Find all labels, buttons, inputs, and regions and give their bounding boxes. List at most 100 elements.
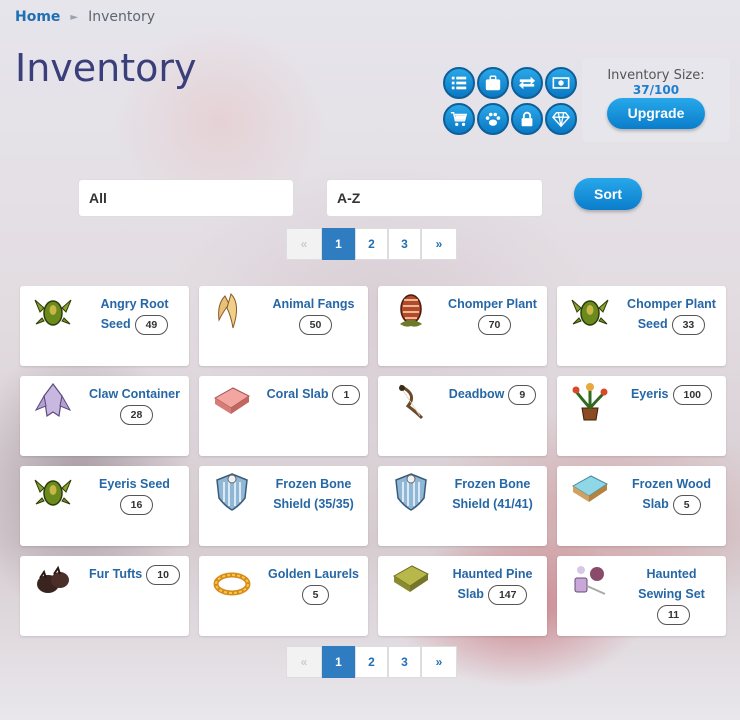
suitcase-icon[interactable]: [477, 67, 509, 99]
breadcrumb-home-link[interactable]: Home: [15, 9, 60, 25]
pagination-page-2[interactable]: 2: [355, 228, 388, 260]
pagination-bottom: « 1 2 3 »: [286, 646, 457, 678]
pagination-page-3[interactable]: 3: [388, 646, 421, 678]
seed-icon: [32, 470, 74, 512]
pagination-next-button[interactable]: »: [421, 228, 457, 260]
pagination-page-1[interactable]: 1: [322, 646, 355, 678]
claw-container-icon: [32, 380, 74, 422]
inventory-item-card[interactable]: Golden Laurels 5: [199, 556, 368, 636]
seed-icon: [569, 290, 611, 332]
inventory-item-card[interactable]: Eyeris 100: [557, 376, 726, 456]
inventory-size-label: Inventory Size:: [607, 68, 705, 83]
item-quantity-badge: 1: [332, 384, 361, 405]
order-filter-select[interactable]: A-Z: [326, 179, 543, 217]
item-name-line1: Angry Root: [100, 297, 169, 311]
item-name: Coral Slab 1: [263, 384, 364, 405]
item-name: Chomper Plant 70: [442, 294, 543, 335]
quick-icons-bar: [443, 67, 577, 135]
inventory-item-card[interactable]: Angry Root Seed 49: [20, 286, 189, 366]
item-name-line1: Coral Slab: [266, 387, 329, 401]
transfer-icon[interactable]: [511, 67, 543, 99]
inventory-item-card[interactable]: Chomper Plant Seed 33: [557, 286, 726, 366]
ice-slab-icon: [569, 470, 611, 512]
item-name-line1: Fur Tufts: [89, 567, 143, 581]
pagination-next-button[interactable]: »: [421, 646, 457, 678]
slab-icon: [211, 380, 253, 422]
inventory-size-panel: Inventory Size: 37/100 Upgrade: [582, 58, 730, 142]
pagination-top: « 1 2 3 »: [286, 228, 457, 260]
item-quantity-badge: 9: [508, 384, 537, 405]
item-name-line1: Golden Laurels: [268, 567, 359, 581]
item-name-line2: Slab: [457, 587, 484, 601]
inventory-item-card[interactable]: Chomper Plant 70: [378, 286, 547, 366]
item-name-line1: Eyeris: [630, 387, 669, 401]
item-quantity-badge: 5: [301, 584, 330, 605]
pagination-page-2[interactable]: 2: [355, 646, 388, 678]
inventory-item-card[interactable]: Frozen Wood Slab 5: [557, 466, 726, 546]
item-name-line2: Seed: [100, 317, 131, 331]
item-name: Haunted Sewing Set 11: [621, 564, 722, 625]
item-name: Frozen Bone Shield (41/41): [442, 474, 543, 514]
pagination-page-1[interactable]: 1: [322, 228, 355, 260]
item-name-line1: Frozen Bone: [454, 477, 531, 491]
inventory-item-card[interactable]: Frozen Bone Shield (35/35): [199, 466, 368, 546]
item-name-line1: Eyeris Seed: [99, 477, 170, 491]
item-name: Golden Laurels 5: [263, 564, 364, 605]
item-name: Haunted Pine Slab 147: [442, 564, 543, 605]
item-quantity-badge: 11: [656, 604, 691, 625]
inventory-item-card[interactable]: Haunted Sewing Set 11: [557, 556, 726, 636]
seed-icon: [32, 290, 74, 332]
category-filter-select[interactable]: All: [78, 179, 294, 217]
item-name-line2: Slab: [642, 497, 669, 511]
laurels-icon: [211, 560, 253, 602]
pagination-prev-button[interactable]: «: [286, 646, 322, 678]
inventory-item-card[interactable]: Fur Tufts 10: [20, 556, 189, 636]
item-name-line1: Haunted Pine: [452, 567, 533, 581]
item-name-line1: Chomper Plant: [448, 297, 537, 311]
inventory-item-card[interactable]: Deadbow 9: [378, 376, 547, 456]
item-quantity-badge: 147: [487, 584, 528, 605]
item-name-line1: Frozen Bone: [275, 477, 352, 491]
inventory-item-card[interactable]: Frozen Bone Shield (41/41): [378, 466, 547, 546]
item-name-line2: Shield (41/41): [452, 497, 533, 511]
item-quantity-badge: 50: [298, 314, 333, 335]
diamond-icon[interactable]: [545, 103, 577, 135]
item-quantity-badge: 70: [477, 314, 512, 335]
item-name: Deadbow 9: [442, 384, 543, 405]
item-name-line1: Animal Fangs: [272, 297, 355, 311]
item-name: Fur Tufts 10: [84, 564, 185, 585]
inventory-item-card[interactable]: Animal Fangs 50: [199, 286, 368, 366]
item-name-line1: Frozen Wood: [632, 477, 711, 491]
item-name-line2: Seed: [637, 317, 668, 331]
inventory-item-card[interactable]: Eyeris Seed 16: [20, 466, 189, 546]
fur-icon: [32, 560, 74, 602]
item-name: Eyeris Seed 16: [84, 474, 185, 515]
inventory-item-card[interactable]: Coral Slab 1: [199, 376, 368, 456]
breadcrumb-current: Inventory: [88, 9, 155, 25]
inventory-item-card[interactable]: Haunted Pine Slab 147: [378, 556, 547, 636]
item-name-line1: Claw Container: [89, 387, 180, 401]
item-quantity-badge: 10: [146, 564, 180, 585]
paw-icon[interactable]: [477, 103, 509, 135]
breadcrumb: Home ► Inventory: [15, 9, 155, 25]
item-quantity-badge: 100: [672, 384, 713, 405]
pine-slab-icon: [390, 560, 432, 602]
item-name: Eyeris 100: [621, 384, 722, 405]
egg-plant-icon: [390, 290, 432, 332]
cart-icon[interactable]: [443, 103, 475, 135]
item-quantity-badge: 16: [119, 494, 154, 515]
upgrade-button[interactable]: Upgrade: [607, 98, 705, 129]
item-name: Chomper Plant Seed 33: [621, 294, 722, 335]
item-name: Frozen Wood Slab 5: [621, 474, 722, 515]
item-name-line1: Chomper Plant: [627, 297, 716, 311]
sort-button[interactable]: Sort: [574, 178, 642, 210]
list-icon[interactable]: [443, 67, 475, 99]
lock-icon[interactable]: [511, 103, 543, 135]
inventory-size-count: 37/100: [632, 83, 680, 97]
money-icon[interactable]: [545, 67, 577, 99]
item-name-line1: Deadbow: [448, 387, 505, 401]
pagination-prev-button[interactable]: «: [286, 228, 322, 260]
inventory-item-card[interactable]: Claw Container 28: [20, 376, 189, 456]
pagination-page-3[interactable]: 3: [388, 228, 421, 260]
item-name: Angry Root Seed 49: [84, 294, 185, 335]
